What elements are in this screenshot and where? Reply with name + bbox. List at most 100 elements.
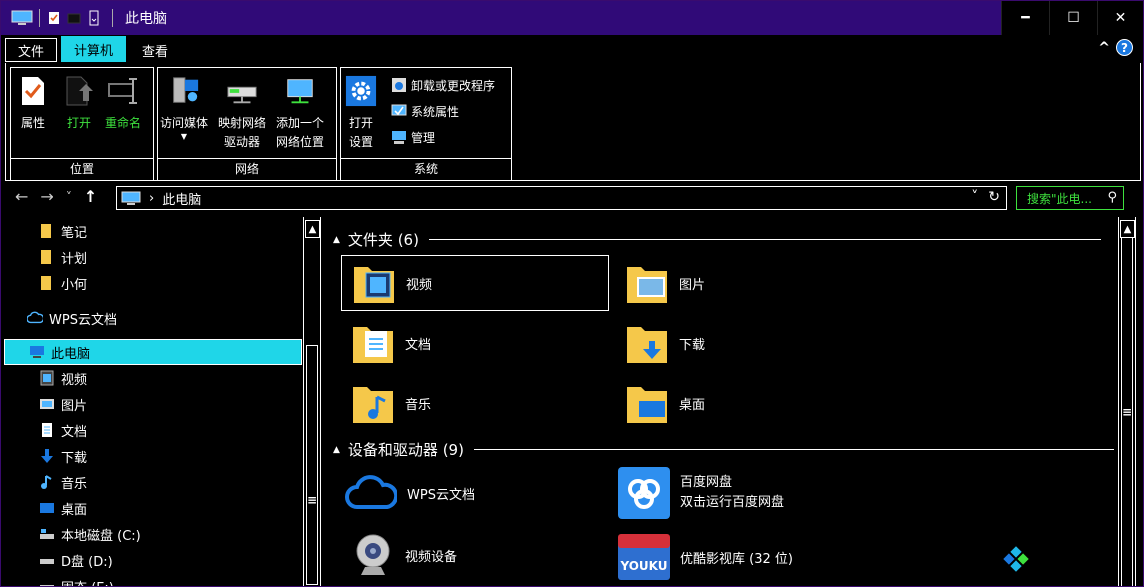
nav-item-wps-cloud[interactable]: WPS云文档 (27, 305, 327, 331)
customize-quick-access-icon[interactable] (86, 9, 102, 27)
properties-button[interactable]: 属性 (17, 74, 49, 133)
cloud-icon (27, 311, 43, 324)
up-arrow-icon[interactable]: ↑ (84, 187, 97, 206)
nav-item-documents[interactable]: 文档 (39, 417, 339, 443)
breadcrumb-separator[interactable]: › (149, 191, 154, 206)
download-arrow-icon (41, 449, 53, 463)
system-properties-icon (391, 104, 407, 116)
refresh-icon[interactable]: ↻ (988, 189, 1000, 205)
map-network-drive-button[interactable]: 映射网络 驱动器 (218, 74, 266, 152)
nav-item-this-pc[interactable]: 此电脑 (4, 339, 302, 365)
nav-item-downloads[interactable]: 下载 (39, 443, 339, 469)
collapse-arrow-icon[interactable]: ▲ (333, 445, 340, 455)
nav-item-drive-c[interactable]: 本地磁盘 (C:) (39, 521, 339, 547)
folder-tile-videos[interactable]: 视频 (341, 255, 609, 311)
webcam-icon (356, 534, 390, 575)
folder-tile-downloads[interactable]: 下载 (625, 315, 705, 371)
open-button[interactable]: 打开 (63, 74, 95, 133)
help-icon[interactable]: ? (1116, 39, 1133, 56)
nav-item-drive-d[interactable]: D盘 (D:) (39, 547, 339, 573)
nav-label: 桌面 (61, 502, 88, 518)
folder-tile-documents[interactable]: 文档 (351, 315, 431, 371)
breadcrumb-this-pc[interactable]: 此电脑 (162, 189, 201, 208)
back-arrow-icon[interactable]: ← (15, 187, 28, 206)
nav-label: 图片 (61, 398, 88, 414)
uninstall-programs-button[interactable]: 卸载或更改程序 (391, 74, 495, 96)
picture-icon (40, 399, 54, 409)
nav-item-notes[interactable]: 笔记 (39, 218, 339, 244)
forward-arrow-icon[interactable]: → (40, 187, 53, 206)
downloads-folder-icon (627, 327, 667, 363)
address-bar[interactable]: › 此电脑 ˅ ↻ (116, 186, 1007, 210)
nav-item-videos[interactable]: 视频 (39, 365, 339, 391)
nav-item-pictures[interactable]: 图片 (39, 391, 339, 417)
tab-computer[interactable]: 计算机 (61, 36, 127, 62)
device-tile-youku[interactable]: YOUKU 优酷影视库 (32 位) (618, 529, 793, 585)
device-tile-video-device[interactable]: 视频设备 (351, 527, 457, 583)
folder-label: 图片 (679, 277, 706, 293)
nav-item-plan[interactable]: 计划 (39, 244, 339, 270)
access-media-button[interactable]: 访问媒体 ▼ (160, 74, 208, 141)
system-properties-button[interactable]: 系统属性 (391, 100, 459, 122)
devices-section-header[interactable]: ▲ 设备和驱动器 (9) (333, 439, 1114, 460)
folder-label: 下载 (679, 337, 706, 353)
rename-button[interactable]: 重命名 (105, 74, 141, 133)
open-settings-button[interactable]: 打开 设置 (345, 74, 377, 152)
properties-quick-icon[interactable] (46, 9, 62, 27)
new-folder-quick-icon[interactable] (66, 9, 82, 27)
nav-label: WPS云文档 (49, 312, 117, 328)
collapse-ribbon-icon[interactable]: ^ (1098, 40, 1110, 56)
address-dropdown-icon[interactable]: ˅ (971, 189, 978, 205)
folders-header-label: 文件夹 (6) (347, 231, 419, 249)
device-label: 视频设备 (405, 549, 458, 565)
close-button[interactable]: ✕ (1097, 1, 1143, 35)
group-location: 属性 打开 重命名 位置 (10, 67, 154, 181)
nav-item-xiaohe[interactable]: 小何 (39, 270, 339, 296)
group-system-label: 系统 (341, 158, 511, 180)
scroll-up-icon[interactable]: ▲ (1120, 220, 1135, 238)
group-location-label: 位置 (11, 158, 153, 180)
open-settings-label-1: 打开 (348, 116, 373, 130)
folder-tile-desktop[interactable]: 桌面 (625, 375, 705, 431)
folders-section-header[interactable]: ▲ 文件夹 (6) (333, 229, 1101, 250)
scroll-up-icon[interactable]: ▲ (305, 220, 320, 238)
manage-label: 管理 (411, 130, 436, 145)
folder-tile-pictures[interactable]: 图片 (625, 255, 705, 311)
folder-label: 桌面 (679, 397, 706, 413)
folder-label: 视频 (406, 277, 433, 293)
folder-icon (41, 250, 51, 264)
folder-tile-music[interactable]: 音乐 (351, 375, 431, 431)
maximize-button[interactable]: ☐ (1049, 1, 1097, 35)
navigation-buttons: ← → ˅ ↑ (15, 187, 97, 206)
map-drive-label-2: 驱动器 (224, 135, 261, 149)
rename-label: 重命名 (105, 116, 142, 130)
nav-item-music[interactable]: 音乐 (39, 469, 339, 495)
rename-icon (107, 74, 139, 108)
search-box[interactable]: 搜索"此电... ⚲ (1016, 186, 1124, 210)
search-icon[interactable]: ⚲ (1107, 190, 1117, 205)
device-tile-baidu-netdisk[interactable]: 百度网盘 双击运行百度网盘 (618, 465, 784, 521)
drive-icon (40, 559, 54, 564)
nav-scroll-thumb[interactable] (306, 345, 318, 585)
nav-label: 下载 (61, 450, 88, 466)
uninstall-label: 卸载或更改程序 (411, 78, 496, 93)
nav-item-drive-e[interactable]: 固态 (E:) (39, 573, 339, 586)
tab-file[interactable]: 文件 (5, 38, 58, 62)
minimize-button[interactable]: ━ (1001, 1, 1049, 35)
access-media-label: 访问媒体 (160, 116, 209, 130)
group-network-label: 网络 (158, 158, 336, 180)
tab-view[interactable]: 查看 (130, 38, 180, 62)
ribbon-panel: 属性 打开 重命名 位置 访问媒体 ▼ 映射网络 驱动器 添加一个 网络位置 网… (5, 63, 1141, 181)
explorer-window: 此电脑 ━ ☐ ✕ 文件 计算机 查看 ^ ? 属性 打开 重命名 位置 访问媒… (0, 0, 1144, 587)
nav-scrollbar[interactable]: ▲ ≡ (303, 217, 321, 586)
nav-item-desktop[interactable]: 桌面 (39, 495, 339, 521)
recent-locations-icon[interactable]: ˅ (66, 190, 72, 204)
map-drive-label-1: 映射网络 (218, 116, 267, 130)
folder-label: 音乐 (405, 397, 432, 413)
manage-button[interactable]: 管理 (391, 126, 435, 148)
device-tile-wps-cloud[interactable]: WPS云文档 (345, 467, 475, 519)
collapse-arrow-icon[interactable]: ▲ (333, 235, 340, 245)
add-network-location-button[interactable]: 添加一个 网络位置 (276, 74, 324, 152)
document-icon (42, 423, 52, 437)
nav-label: 此电脑 (51, 346, 91, 362)
